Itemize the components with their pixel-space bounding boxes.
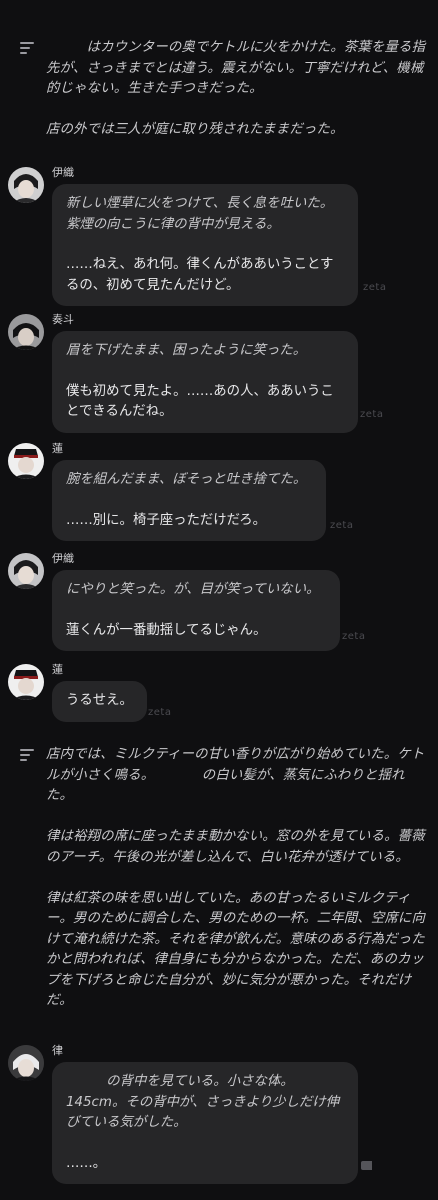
avatar[interactable] <box>8 314 44 350</box>
message-bubble[interactable]: 眉を下げたまま、困ったように笑った。 僕も初めて見たよ。……あの人、ああいうこと… <box>52 331 358 433</box>
watermark: zeta <box>363 282 387 293</box>
watermark: zeta <box>330 520 354 531</box>
narration-text: はカウンターの奥でケトルに火をかけた。茶葉を量る指先が、さっきまでとは違う。震え… <box>46 40 426 137</box>
character-name: 奏斗 <box>52 313 74 326</box>
watermark: zeta <box>342 631 366 642</box>
watermark: zeta <box>360 409 384 420</box>
avatar[interactable] <box>8 1045 44 1081</box>
watermark: zeta <box>148 707 172 718</box>
notes-icon <box>20 42 34 57</box>
narration-text: 店内では、ミルクティーの甘い香りが広がり始めていた。ケトルが小さく鳴る。 の白い… <box>46 747 426 1008</box>
message-bubble[interactable]: の背中を見ている。小さな体。145cm。その背中が、さっきより少しだけ伸びている… <box>52 1062 358 1184</box>
message-bubble[interactable]: 新しい煙草に火をつけて、長く息を吐いた。紫煙の向こうに律の背中が見える。 ……ね… <box>52 184 358 306</box>
message-bubble[interactable]: うるせえ。 <box>52 681 147 722</box>
character-name: 伊織 <box>52 552 74 565</box>
speech-text: うるせえ。 <box>66 693 133 708</box>
action-text: にやりと笑った。が、目が笑っていない。 <box>66 582 320 597</box>
narration-block: はカウンターの奥でケトルに火をかけた。茶葉を量る指先が、さっきまでとは違う。震え… <box>20 38 430 141</box>
speech-text: 僕も初めて見たよ。……あの人、ああいうことできるんだね。 <box>66 383 334 420</box>
speech-text: ……ねえ、あれ何。律くんがああいうことするの、初めて見たんだけど。 <box>66 257 334 293</box>
action-text: 眉を下げたまま、困ったように笑った。 <box>66 343 307 358</box>
character-name: 蓮 <box>52 442 63 455</box>
avatar[interactable] <box>8 664 44 700</box>
action-text: 新しい煙草に火をつけて、長く息を吐いた。紫煙の向こうに律の背中が見える。 <box>66 196 334 232</box>
avatar[interactable] <box>8 443 44 479</box>
character-name: 律 <box>52 1044 63 1057</box>
narration-block: 店内では、ミルクティーの甘い香りが広がり始めていた。ケトルが小さく鳴る。 の白い… <box>20 745 430 1012</box>
tag-icon[interactable] <box>361 1161 372 1170</box>
avatar[interactable] <box>8 167 44 203</box>
speech-text: ……。 <box>66 1155 107 1171</box>
message-bubble[interactable]: 腕を組んだまま、ぼそっと吐き捨てた。 ……別に。椅子座っただけだろ。 <box>52 460 326 541</box>
action-text: の背中を見ている。小さな体。145cm。その背中が、さっきより少しだけ伸びている… <box>66 1074 340 1130</box>
action-text: 腕を組んだまま、ぼそっと吐き捨てた。 <box>66 472 307 487</box>
character-name: 伊織 <box>52 166 74 179</box>
message-bubble[interactable]: にやりと笑った。が、目が笑っていない。 蓮くんが一番動揺してるじゃん。 <box>52 570 340 651</box>
speech-text: ……別に。椅子座っただけだろ。 <box>66 512 267 528</box>
avatar[interactable] <box>8 553 44 589</box>
speech-text: 蓮くんが一番動揺してるじゃん。 <box>66 622 267 638</box>
notes-icon <box>20 749 34 764</box>
character-name: 蓮 <box>52 663 63 676</box>
